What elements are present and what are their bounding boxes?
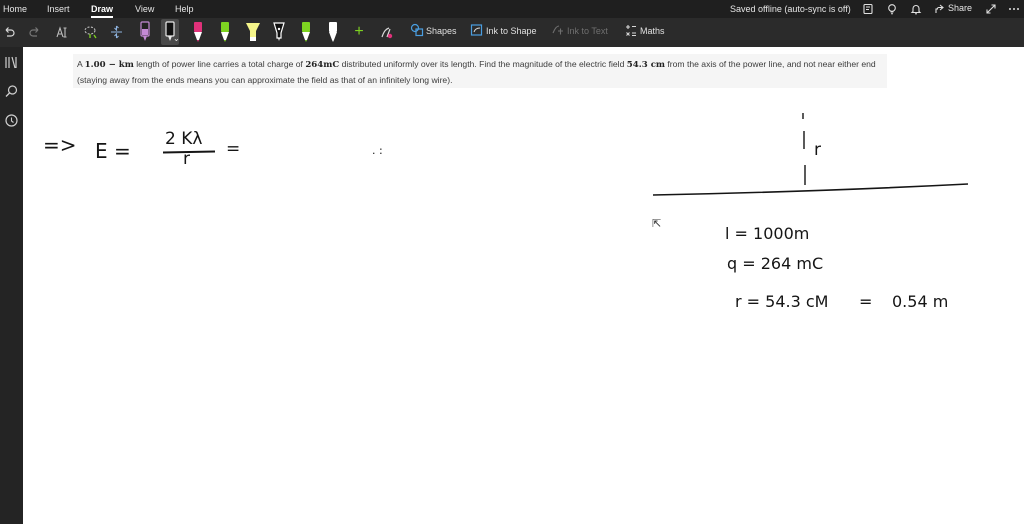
pen-black[interactable]: ⌄ — [161, 19, 180, 45]
ink-given-distance-m: 0.54 m — [892, 292, 949, 311]
tab-insert[interactable]: Insert — [47, 4, 70, 14]
ink-given-length: l = 1000m — [725, 224, 810, 243]
ink-implies-arrow: => — [43, 133, 77, 157]
pen-icon — [329, 22, 337, 42]
tab-view[interactable]: View — [135, 4, 154, 14]
bell-icon[interactable] — [910, 3, 922, 15]
search-icon[interactable] — [4, 84, 19, 99]
tab-home[interactable]: Home — [3, 4, 27, 14]
pen-pink[interactable] — [189, 19, 207, 45]
notebooks-icon[interactable] — [4, 55, 19, 70]
maths-icon — [626, 25, 636, 37]
sync-status: Saved offline (auto-sync is off) — [730, 4, 851, 14]
menu-bar: Home Insert Draw View Help Saved offline… — [0, 0, 1024, 18]
question-distance: 54.3 cm — [626, 60, 666, 70]
lightbulb-icon[interactable] — [886, 3, 898, 15]
notebook-icon[interactable] — [862, 3, 874, 15]
maths-button[interactable]: Maths — [626, 25, 665, 37]
expand-icon[interactable] — [985, 3, 997, 15]
pen-white[interactable] — [324, 19, 342, 45]
redo-icon[interactable] — [27, 23, 43, 41]
insert-space-icon[interactable] — [108, 23, 124, 41]
pen-icon — [221, 22, 229, 42]
ink-equals: = — [226, 139, 241, 159]
question-text[interactable]: A 1.00 − km length of power line carries… — [73, 54, 887, 88]
shapes-icon — [410, 23, 424, 37]
wire-diagram — [652, 113, 969, 196]
distance-line — [802, 113, 806, 185]
ink-dots: . : — [372, 144, 383, 157]
ink-to-text-icon — [552, 25, 563, 35]
draw-ribbon: ⌄ + Shapes Ink to Shape Ink to Text Math… — [0, 18, 1024, 47]
share-icon — [935, 4, 944, 13]
ink-given-distance-cm: r = 54.3 cM — [735, 292, 829, 311]
ink-numerator: 2 Kλ — [165, 129, 203, 149]
pen-green[interactable] — [216, 19, 234, 45]
recent-notes-icon[interactable] — [4, 113, 19, 128]
ink-to-shape-button[interactable]: Ink to Shape — [470, 24, 537, 36]
pen-icon — [194, 22, 202, 42]
add-pen-icon[interactable]: + — [351, 23, 367, 41]
ink-to-shape-icon — [470, 24, 483, 36]
shapes-label: Shapes — [426, 26, 457, 36]
highlighter-yellow[interactable] — [243, 19, 261, 45]
ink-to-shape-label: Ink to Shape — [486, 26, 537, 36]
pen-white-outline[interactable] — [270, 19, 288, 45]
cursor-icon: ⇱ — [652, 218, 662, 230]
power-line — [652, 183, 969, 196]
share-button[interactable]: Share — [934, 3, 972, 13]
pen-purple[interactable] — [136, 19, 154, 45]
tab-draw[interactable]: Draw — [91, 4, 114, 18]
question-part: A — [77, 59, 85, 69]
ink-to-text-button: Ink to Text — [552, 25, 608, 36]
question-length: 1.00 − km — [84, 60, 134, 70]
ink-to-text-label: Ink to Text — [567, 26, 608, 36]
lasso-select-icon[interactable] — [82, 23, 98, 41]
pen-icon — [273, 22, 285, 41]
ink-given-charge: q = 264 mC — [727, 254, 824, 273]
highlighter-icon — [246, 23, 260, 41]
more-options-icon[interactable] — [1008, 3, 1020, 15]
undo-icon[interactable] — [1, 23, 17, 41]
ink-denominator: r — [183, 149, 190, 169]
maths-label: Maths — [640, 26, 665, 36]
pen-icon — [140, 21, 150, 41]
shapes-button[interactable]: Shapes — [410, 23, 457, 37]
question-part: distributed uniformly over its length. F… — [339, 59, 627, 69]
pen-green-2[interactable] — [297, 19, 315, 45]
question-charge: 264mC — [305, 60, 340, 70]
note-canvas[interactable]: A 1.00 − km length of power line carries… — [23, 47, 1024, 524]
tab-help[interactable]: Help — [175, 4, 194, 14]
ink-replay-icon[interactable] — [378, 23, 394, 41]
pen-icon — [302, 22, 310, 42]
type-select-icon[interactable] — [54, 23, 70, 41]
ink-given-equals: = — [859, 292, 873, 311]
ink-distance-label: r — [814, 140, 821, 160]
share-label: Share — [948, 3, 973, 13]
chevron-down-icon[interactable]: ⌄ — [173, 34, 180, 43]
left-navigation — [0, 47, 23, 524]
question-part: length of power line carries a total cha… — [133, 59, 306, 69]
ink-field-symbol: E = — [95, 139, 131, 163]
